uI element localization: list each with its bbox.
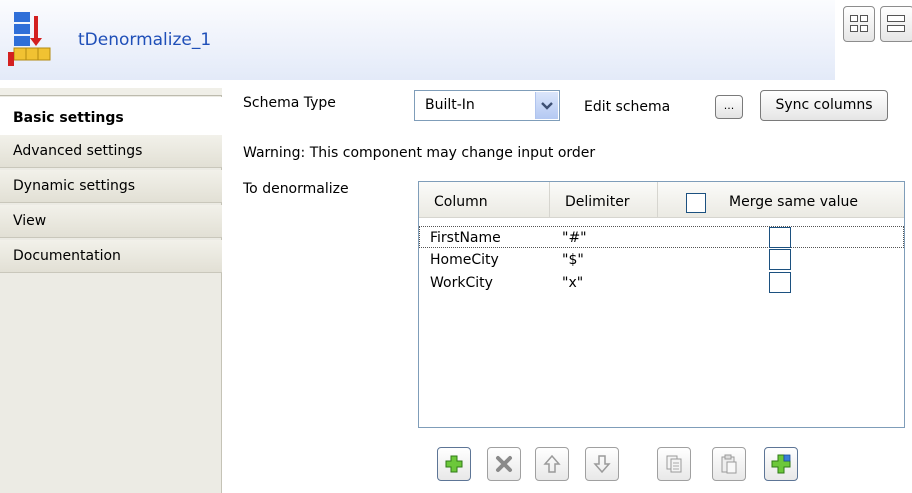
component-header: tDenormalize_1 [0,0,835,80]
add-all-button[interactable] [764,447,798,481]
table-header: Column Delimiter Merge same value [419,182,904,218]
move-up-icon [543,454,561,473]
tab-view[interactable]: View [0,205,222,238]
move-up-button[interactable] [535,447,569,481]
move-down-icon [593,455,611,474]
schema-type-label: Schema Type [243,95,336,111]
delete-row-button[interactable] [487,447,521,481]
row-delimiter-cell[interactable]: "x" [562,272,583,294]
table-row[interactable]: FirstName "#" [419,226,904,248]
sync-columns-button[interactable]: Sync columns [760,90,888,121]
merge-header[interactable]: Merge same value [658,182,904,218]
row-column-cell: WorkCity [430,275,493,291]
delete-icon [496,456,512,472]
sidebar-top-divider [0,88,222,96]
add-icon [445,455,463,473]
row-merge-checkbox[interactable] [769,227,791,248]
add-row-button[interactable] [437,447,471,481]
chevron-down-icon[interactable] [535,92,558,119]
paste-icon [721,454,737,474]
layout-grid-button[interactable] [843,6,875,42]
row-merge-checkbox[interactable] [769,272,791,293]
edit-schema-button[interactable]: ... [715,95,743,119]
column-header[interactable]: Column [419,182,550,218]
tab-documentation[interactable]: Documentation [0,240,222,273]
table-row[interactable]: HomeCity "$" [419,249,904,271]
schema-type-value: Built-In [425,97,475,113]
tab-basic-settings[interactable]: Basic settings [0,97,223,135]
row-delimiter-cell[interactable]: "#" [562,227,587,249]
add-all-icon [771,454,791,474]
delimiter-header[interactable]: Delimiter [550,182,658,218]
merge-all-checkbox[interactable] [686,193,706,213]
tab-dynamic-settings[interactable]: Dynamic settings [0,170,222,203]
copy-button[interactable] [657,447,691,481]
row-column-cell: HomeCity [430,252,499,268]
row-column-cell: FirstName [430,230,501,246]
merge-header-label: Merge same value [729,194,858,210]
tab-advanced-settings[interactable]: Advanced settings [0,135,222,168]
move-down-button[interactable] [585,447,619,481]
row-merge-checkbox[interactable] [769,249,791,270]
copy-icon [666,455,682,473]
denormalize-table: Column Delimiter Merge same value FirstN… [418,181,905,428]
to-denormalize-label: To denormalize [243,181,349,197]
edit-schema-label: Edit schema [584,99,671,115]
schema-type-select[interactable]: Built-In [414,90,560,121]
layout-split-button[interactable] [880,6,912,42]
warning-text: Warning: This component may change input… [243,145,596,161]
row-delimiter-cell[interactable]: "$" [562,249,584,271]
tdenormalize-component-icon [8,12,51,66]
paste-button[interactable] [712,447,746,481]
table-row[interactable]: WorkCity "x" [419,272,904,294]
component-title: tDenormalize_1 [78,30,212,50]
